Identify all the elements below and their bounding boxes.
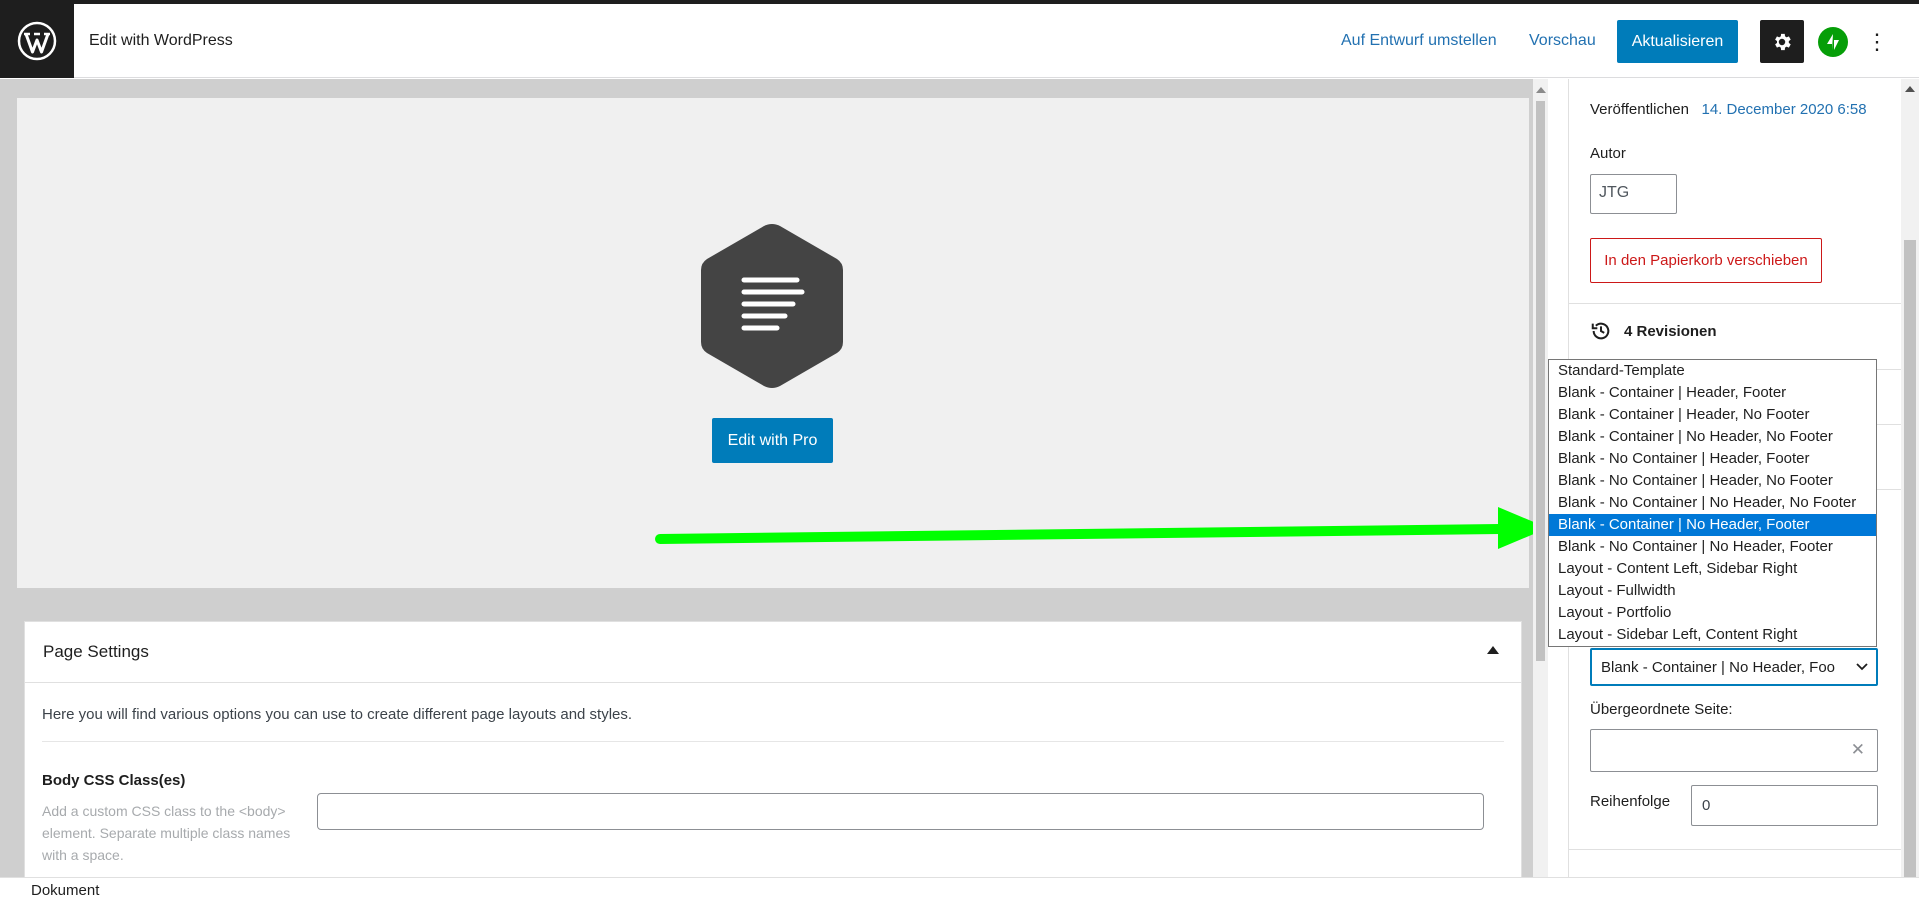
template-option[interactable]: Blank - Container | No Header, Footer bbox=[1549, 514, 1876, 536]
switch-to-draft-link[interactable]: Auf Entwurf umstellen bbox=[1341, 32, 1497, 50]
metabox-title: Page Settings bbox=[43, 642, 149, 661]
settings-button[interactable] bbox=[1760, 20, 1804, 63]
editor-canvas: Edit with Pro Page Settings Here you wil… bbox=[0, 79, 1548, 877]
jetpack-bolt-icon bbox=[1827, 34, 1839, 50]
publish-row: Veröffentlichen 14. December 2020 6:58 bbox=[1590, 101, 1867, 118]
app-title: Edit with WordPress bbox=[89, 32, 233, 49]
chevron-down-icon bbox=[1856, 663, 1868, 671]
jetpack-button[interactable] bbox=[1818, 27, 1848, 57]
page-settings-metabox: Page Settings Here you will find various… bbox=[24, 621, 1522, 877]
template-option[interactable]: Blank - Container | Header, No Footer bbox=[1549, 404, 1876, 426]
update-button[interactable]: Aktualisieren bbox=[1617, 20, 1738, 63]
breadcrumb-bar: Dokument bbox=[0, 877, 1919, 902]
metabox-header[interactable]: Page Settings bbox=[25, 622, 1521, 683]
wordpress-logo-icon bbox=[17, 21, 57, 61]
editor-header: Edit with WordPress Auf Entwurf umstelle… bbox=[0, 0, 1919, 78]
separator bbox=[1569, 303, 1902, 304]
author-select[interactable]: JTG bbox=[1590, 174, 1677, 214]
metabox-intro: Here you will find various options you c… bbox=[42, 706, 633, 723]
template-select[interactable]: Blank - Container | No Header, Foo bbox=[1590, 648, 1878, 686]
template-option[interactable]: Layout - Fullwidth bbox=[1549, 580, 1876, 602]
editor-scrollbar-thumb[interactable] bbox=[1536, 101, 1545, 661]
wordpress-logo-button[interactable] bbox=[0, 4, 74, 78]
sidebar-scrollbar-thumb[interactable] bbox=[1904, 240, 1916, 880]
parent-page-label: Übergeordnete Seite: bbox=[1590, 701, 1733, 718]
parent-page-select[interactable]: ✕ bbox=[1590, 729, 1878, 772]
template-option[interactable]: Blank - No Container | No Header, Footer bbox=[1549, 536, 1876, 558]
template-option[interactable]: Standard-Template bbox=[1549, 360, 1876, 382]
template-select-value: Blank - Container | No Header, Foo bbox=[1601, 659, 1836, 676]
publish-label: Veröffentlichen bbox=[1590, 101, 1689, 118]
template-option[interactable]: Blank - Container | No Header, No Footer bbox=[1549, 426, 1876, 448]
history-icon bbox=[1591, 322, 1610, 340]
order-label: Reihenfolge bbox=[1590, 793, 1671, 810]
template-option[interactable]: Blank - No Container | Header, No Footer bbox=[1549, 470, 1876, 492]
gear-icon bbox=[1775, 33, 1791, 50]
top-edge bbox=[0, 0, 1919, 4]
breadcrumb-document[interactable]: Dokument bbox=[31, 882, 99, 899]
more-menu-icon[interactable]: ⋮ bbox=[1862, 26, 1892, 58]
move-to-trash-button[interactable]: In den Papierkorb verschieben bbox=[1590, 238, 1822, 283]
revisions-link[interactable]: 4 Revisionen bbox=[1590, 320, 1717, 342]
separator bbox=[1569, 849, 1902, 850]
body-css-help: Add a custom CSS class to the <body> ele… bbox=[42, 803, 291, 863]
template-option[interactable]: Layout - Content Left, Sidebar Right bbox=[1549, 558, 1876, 580]
order-input[interactable]: 0 bbox=[1691, 785, 1878, 826]
scroll-up-arrow-icon[interactable] bbox=[1905, 86, 1915, 92]
scroll-up-arrow-icon[interactable] bbox=[1536, 87, 1546, 93]
body-css-input[interactable] bbox=[317, 793, 1484, 830]
template-option[interactable]: Layout - Sidebar Left, Content Right bbox=[1549, 624, 1876, 646]
divider bbox=[42, 741, 1504, 742]
template-option[interactable]: Blank - No Container | Header, Footer bbox=[1549, 448, 1876, 470]
revisions-label: 4 Revisionen bbox=[1624, 322, 1717, 340]
author-label: Autor bbox=[1590, 145, 1626, 162]
template-option[interactable]: Layout - Portfolio bbox=[1549, 602, 1876, 624]
template-option[interactable]: Blank - Container | Header, Footer bbox=[1549, 382, 1876, 404]
preview-link[interactable]: Vorschau bbox=[1529, 32, 1596, 50]
clear-icon[interactable]: ✕ bbox=[1851, 740, 1865, 760]
publish-date-link[interactable]: 14. December 2020 6:58 bbox=[1701, 101, 1866, 118]
body-css-label: Body CSS Class(es) bbox=[42, 772, 186, 789]
template-dropdown-list[interactable]: Standard-Template Blank - Container | Hea… bbox=[1548, 359, 1877, 647]
template-option[interactable]: Blank - No Container | No Header, No Foo… bbox=[1549, 492, 1876, 514]
collapse-toggle-icon[interactable] bbox=[1487, 646, 1499, 654]
